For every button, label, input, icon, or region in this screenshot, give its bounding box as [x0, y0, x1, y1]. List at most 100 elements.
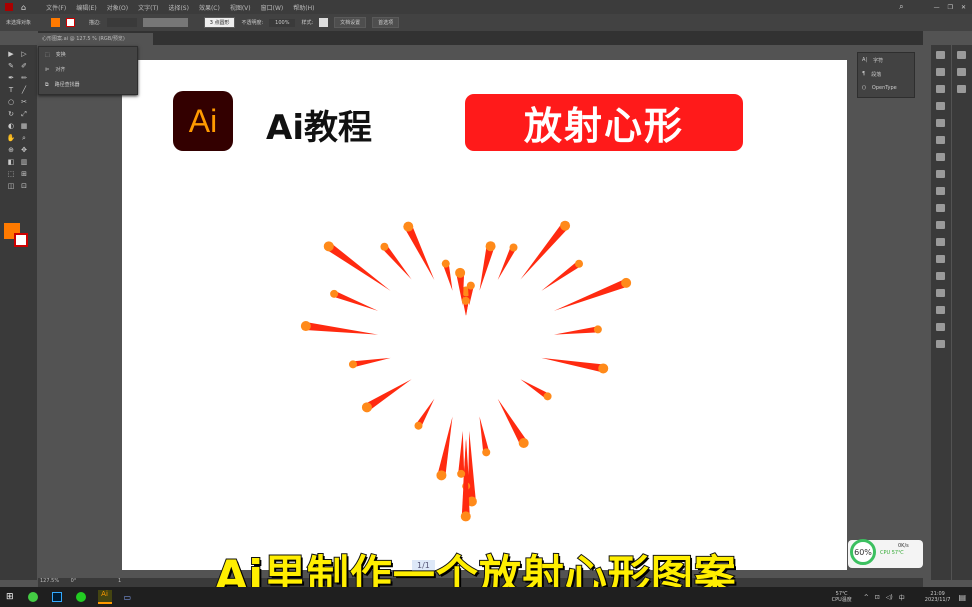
network-icon[interactable]: ⊡ [875, 594, 880, 601]
panel-icon[interactable] [936, 102, 945, 110]
popup-item-align[interactable]: ⊫ 对齐 [39, 62, 137, 77]
volume-icon[interactable]: ◁) [886, 594, 893, 601]
tool-button[interactable]: ⊡ [19, 182, 29, 190]
panel-icon[interactable] [936, 187, 945, 195]
popup-item-pathfinder[interactable]: ⧉ 路径查找器 [39, 77, 137, 92]
tool-button[interactable]: ✋ [6, 134, 16, 142]
menu-help[interactable]: 帮助(H) [293, 3, 314, 12]
panel-icon[interactable] [936, 119, 945, 127]
label: OpenType [871, 85, 897, 91]
panel-item-paragraph[interactable]: ¶ 段落 [858, 67, 914, 81]
tool-button[interactable]: ✥ [19, 146, 29, 154]
tool-button[interactable]: ▦ [19, 122, 29, 130]
control-bar: 未选择对象 描边: 3 点圆形 不透明度: 100% 样式: 文档设置 首选项 [0, 14, 972, 31]
artboard-number[interactable]: 1 [118, 578, 121, 584]
fill-swatch[interactable] [51, 18, 61, 27]
panel-icon[interactable] [936, 204, 945, 212]
menu-bar: ⌂ 文件(F) 编辑(E) 对象(O) 文字(T) 选择(S) 效果(C) 视图… [0, 0, 972, 14]
tool-button[interactable]: ✎ [6, 62, 16, 70]
tool-button[interactable]: ◧ [6, 158, 16, 166]
opacity-field[interactable]: 100% [269, 18, 296, 27]
notification-icon[interactable]: ▤ [958, 593, 966, 602]
title-badge: 放射心形 [465, 94, 743, 151]
camera-icon[interactable]: ▭ [124, 593, 132, 602]
tool-button[interactable]: ✐ [19, 62, 29, 70]
variable-width-field[interactable] [142, 18, 188, 27]
tool-button[interactable]: ◐ [6, 122, 16, 130]
stroke-swatch[interactable] [66, 18, 76, 27]
app-green-icon[interactable] [27, 592, 38, 602]
panel-icon[interactable] [936, 238, 945, 246]
zoom-level[interactable]: 127.5% [40, 578, 59, 584]
tool-button[interactable]: ↻ [6, 110, 16, 118]
tool-button[interactable]: ✒ [6, 74, 16, 82]
panel-item-opentype[interactable]: () OpenType [858, 81, 914, 95]
tool-button[interactable]: ⊞ [19, 170, 29, 178]
tools-panel: ▶ ▷ ✎ ✐ ✒ ✏ T ╱ ○ ✂ ↻ ⤢ ◐ ▦ ✋ ⌕ ⊕ ✥ ◧ ▥ ⬚ ⊞ ◫ ⊡ [0, 45, 37, 580]
photoshop-icon[interactable] [51, 592, 62, 602]
brush-definition[interactable]: 3 点圆形 [203, 17, 236, 28]
menu-object[interactable]: 对象(O) [107, 3, 128, 12]
menu-effect[interactable]: 效果(C) [199, 3, 220, 12]
panel-icon[interactable] [936, 51, 945, 59]
tool-button[interactable]: ⊕ [6, 146, 16, 154]
style-swatch[interactable] [319, 18, 329, 27]
panel-icon[interactable] [936, 255, 945, 263]
menu-file[interactable]: 文件(F) [46, 3, 66, 12]
windows-start-icon[interactable]: ⊞ [6, 592, 14, 602]
panel-icon[interactable] [936, 136, 945, 144]
clock[interactable]: 21:09 2023/11/7 [925, 591, 951, 603]
panel-icon[interactable] [957, 85, 966, 93]
tool-button[interactable]: ✂ [19, 98, 29, 106]
tool-button[interactable]: ⤢ [19, 110, 29, 118]
tray-temp: 57℃ CPU温度 [832, 591, 852, 603]
menu-window[interactable]: 窗口(W) [261, 3, 284, 12]
panel-icon[interactable] [936, 272, 945, 280]
illustrator-taskbar-icon[interactable]: Ai [97, 590, 112, 604]
document-tab[interactable]: 心形图案.ai @ 127.5 % (RGB/预览) [38, 33, 153, 45]
tool-button[interactable]: T [6, 86, 16, 94]
tool-button[interactable]: ▷ [19, 50, 29, 58]
popup-item-transform[interactable]: ⬚ 变换 [39, 47, 137, 62]
panel-icon[interactable] [936, 323, 945, 331]
tool-button[interactable]: ⬚ [6, 170, 16, 178]
panel-icon[interactable] [936, 340, 945, 348]
tool-button[interactable]: ╱ [19, 86, 29, 94]
menu-view[interactable]: 视图(V) [230, 3, 251, 12]
minimize-button[interactable]: — [934, 4, 940, 11]
panel-item-character[interactable]: A| 字符 [858, 53, 914, 67]
tool-button[interactable]: ▥ [19, 158, 29, 166]
stroke-weight-field[interactable] [106, 18, 137, 27]
panel-icon[interactable] [936, 68, 945, 76]
panel-icon[interactable] [936, 221, 945, 229]
close-button[interactable]: ✕ [961, 4, 966, 11]
panel-icon[interactable] [957, 68, 966, 76]
panel-icon[interactable] [936, 289, 945, 297]
panel-icon[interactable] [957, 51, 966, 59]
panel-icon[interactable] [936, 85, 945, 93]
restore-button[interactable]: ❐ [948, 4, 953, 11]
wechat-icon[interactable] [75, 592, 86, 602]
stroke-color-swatch[interactable] [14, 233, 28, 247]
label: 对齐 [55, 67, 66, 73]
tool-button[interactable]: ○ [6, 98, 16, 106]
tool-button[interactable]: ✏ [19, 74, 29, 82]
tool-button[interactable]: ▶ [6, 50, 16, 58]
search-icon[interactable]: ⌕ [899, 2, 903, 12]
menu-edit[interactable]: 编辑(E) [76, 3, 96, 12]
tool-button[interactable]: ⌕ [19, 134, 29, 142]
character-icon: A| [862, 57, 868, 63]
panel-icon[interactable] [936, 153, 945, 161]
ime-indicator[interactable]: 中 [899, 593, 905, 602]
preferences-button[interactable]: 首选项 [372, 17, 400, 28]
home-icon[interactable]: ⌂ [21, 3, 26, 12]
menu-select[interactable]: 选择(S) [168, 3, 189, 12]
cpu-temp: CPU 57℃ [880, 550, 904, 556]
rotation[interactable]: 0° [71, 578, 77, 584]
tray-chevron-icon[interactable]: ^ [864, 594, 869, 601]
document-setup-button[interactable]: 文档设置 [334, 17, 367, 28]
panel-icon[interactable] [936, 170, 945, 178]
menu-type[interactable]: 文字(T) [138, 3, 158, 12]
tool-button[interactable]: ◫ [6, 182, 16, 190]
panel-icon[interactable] [936, 306, 945, 314]
